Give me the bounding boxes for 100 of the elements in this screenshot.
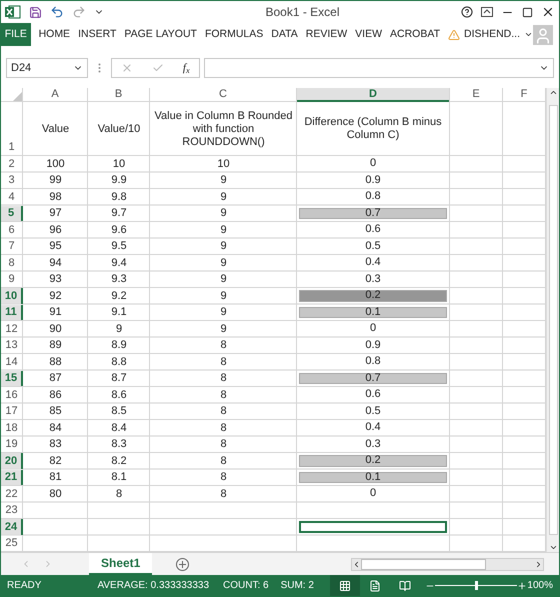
add-sheet-icon[interactable] (176, 558, 190, 570)
table-cell[interactable]: 0.1 (299, 472, 447, 483)
vertical-scrollbar[interactable] (546, 88, 559, 552)
column-header[interactable]: E (450, 88, 502, 101)
ribbon-tab[interactable]: REVIEW (302, 23, 352, 46)
row-header[interactable]: 19 (1, 436, 22, 452)
table-cell[interactable]: 0.1 (299, 306, 447, 318)
table-cell[interactable]: 0.6 (299, 224, 447, 236)
horizontal-scrollbar[interactable] (351, 558, 544, 570)
row-header[interactable]: 4 (1, 189, 22, 204)
row-header[interactable]: 18 (1, 420, 22, 436)
table-cell[interactable]: 0.5 (299, 406, 447, 417)
table-cell[interactable]: 0.8 (299, 356, 447, 368)
insert-function-button[interactable]: f$_{x}$ (182, 60, 190, 76)
name-box[interactable]: D24 (6, 58, 88, 78)
row-header[interactable]: 22 (1, 486, 22, 502)
table-cell[interactable]: 0.5 (299, 240, 447, 252)
table-cell[interactable]: 0 (299, 488, 447, 500)
table-cell[interactable]: 0.3 (299, 438, 447, 450)
row-header[interactable]: 13 (1, 338, 22, 353)
table-cell[interactable]: 0.2 (299, 455, 447, 466)
table-cell[interactable]: 0.9 (299, 340, 447, 351)
caret-icon[interactable] (524, 30, 533, 39)
table-cell[interactable]: 0.9 (299, 174, 447, 186)
row-header[interactable]: 23 (1, 502, 22, 518)
ribbon-tab[interactable]: VIEW (351, 23, 386, 46)
table-cell: 10 (217, 158, 230, 171)
row-header[interactable]: 25 (1, 536, 22, 551)
row-header[interactable]: 11 (1, 304, 23, 320)
ribbon-tab[interactable]: FORMULAS (200, 23, 268, 46)
row-header[interactable]: 24 (1, 519, 23, 534)
file-tab[interactable]: FILE (1, 23, 31, 46)
row-header[interactable]: 17 (1, 404, 22, 419)
window-title: Book1 - Excel (265, 4, 340, 21)
table-cell: 88 (49, 356, 62, 369)
zoom-in-icon[interactable] (516, 580, 527, 590)
table-cell: 100 (46, 158, 65, 171)
ribbon-tab[interactable]: DATA (267, 23, 302, 46)
table-cell: 9 (220, 224, 227, 237)
active-cell[interactable] (299, 521, 447, 532)
row-header[interactable]: 6 (1, 222, 22, 238)
row-header[interactable]: 5 (1, 206, 23, 221)
normal-view-button[interactable] (330, 575, 360, 596)
table-cell[interactable]: Difference (Column B minus Column C) (299, 104, 447, 153)
table-cell: 82 (49, 454, 62, 468)
sum-readout: SUM: 2 (280, 579, 314, 593)
table-cell: 94 (49, 256, 62, 270)
table-cell[interactable]: 0.4 (299, 257, 447, 268)
column-header[interactable]: A (23, 88, 87, 101)
table-cell: 97 (49, 207, 62, 220)
sheet-tab[interactable]: Sheet1 (89, 553, 152, 575)
table-cell[interactable]: 0.7 (299, 208, 447, 219)
ribbon-tab[interactable]: INSERT (74, 23, 120, 46)
row-header[interactable]: 7 (1, 238, 22, 254)
row-header[interactable]: 1 (1, 102, 22, 155)
table-cell[interactable]: 0.6 (299, 389, 447, 400)
table-cell[interactable]: 0.4 (299, 422, 447, 434)
row-header[interactable]: 21 (1, 470, 23, 485)
row-header[interactable]: 12 (1, 321, 22, 336)
row-header[interactable]: 16 (1, 387, 22, 402)
page-break-icon[interactable] (398, 580, 411, 592)
row-header[interactable]: 14 (1, 354, 22, 370)
row-header[interactable]: 8 (1, 255, 22, 270)
scroll-right-icon[interactable] (534, 560, 543, 568)
close-icon[interactable] (541, 5, 555, 19)
zoom-level[interactable]: 100% (527, 578, 553, 593)
column-header[interactable]: B (88, 88, 149, 101)
ribbon-display-icon[interactable] (481, 7, 493, 17)
ribbon-tab[interactable]: ACROBAT (386, 23, 444, 46)
column-header[interactable]: C (150, 88, 296, 101)
user-name[interactable]: DISHEND... (464, 26, 520, 42)
scroll-down-icon[interactable] (548, 543, 558, 552)
ribbon-tab[interactable]: PAGE LAYOUT (120, 23, 201, 46)
zoom-slider[interactable] (434, 580, 517, 590)
table-cell[interactable]: 0.7 (299, 372, 447, 384)
row-header[interactable]: 10 (1, 288, 23, 304)
column-header[interactable]: D (297, 88, 449, 102)
formula-field[interactable] (204, 58, 554, 78)
page-layout-icon[interactable] (368, 580, 381, 592)
table-cell[interactable]: 0.2 (299, 290, 447, 302)
table-cell[interactable]: 0.8 (299, 191, 447, 202)
row-header[interactable]: 3 (1, 172, 22, 188)
table-cell[interactable]: 0.3 (299, 274, 447, 285)
row-header[interactable]: 20 (1, 453, 23, 468)
scroll-left-icon[interactable] (352, 560, 361, 568)
save-icon[interactable] (29, 6, 42, 18)
undo-icon[interactable] (50, 5, 64, 19)
row-header[interactable]: 15 (1, 370, 23, 386)
scroll-up-icon[interactable] (548, 88, 558, 97)
table-cell: 83 (49, 438, 62, 452)
spreadsheet-app-icon[interactable] (5, 5, 21, 19)
ribbon-tab[interactable]: HOME (34, 23, 74, 46)
table-cell[interactable]: 0 (299, 158, 447, 170)
grip-icon[interactable] (98, 63, 101, 73)
maximize-icon[interactable] (522, 6, 533, 18)
column-header[interactable]: F (503, 88, 545, 101)
table-cell[interactable]: 0 (299, 323, 447, 334)
help-icon[interactable] (461, 6, 473, 18)
row-header[interactable]: 9 (1, 272, 22, 287)
row-header[interactable]: 2 (1, 156, 22, 172)
